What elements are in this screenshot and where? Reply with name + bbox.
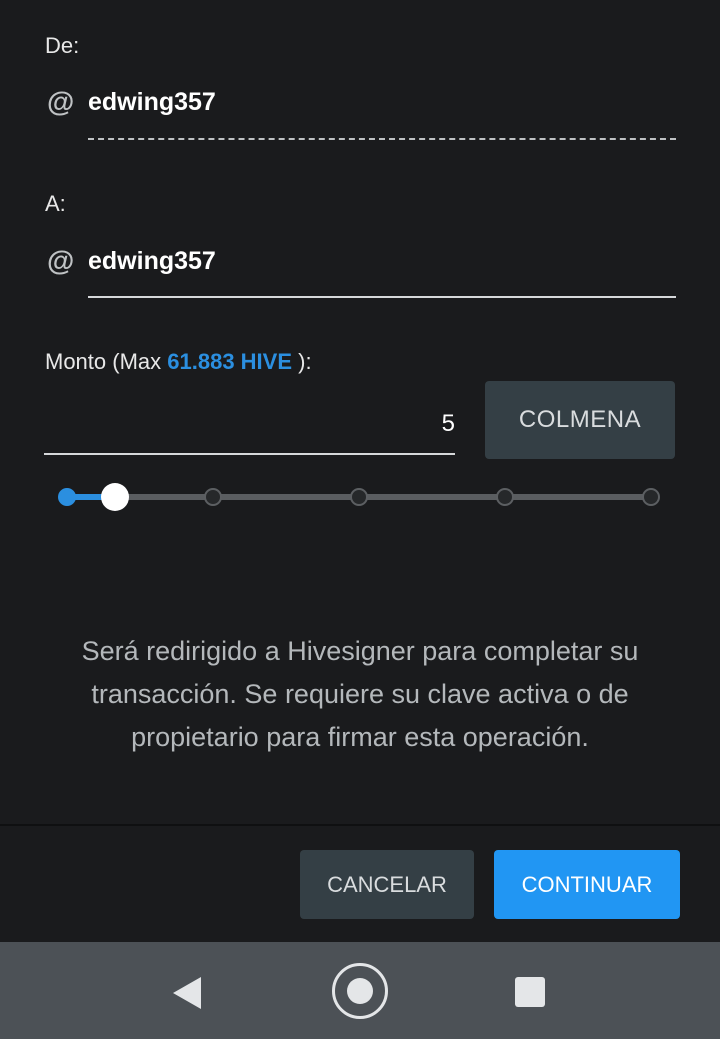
actions-divider: [0, 824, 720, 826]
amount-label-prefix: Monto (Max: [45, 349, 168, 374]
home-icon[interactable]: [332, 963, 388, 1019]
amount-slider-thumb[interactable]: [101, 483, 129, 511]
from-username: edwing357: [88, 88, 216, 116]
back-icon[interactable]: [173, 977, 201, 1009]
to-field-underline: [88, 296, 676, 298]
hivesigner-info-text: Será redirigido a Hivesigner para comple…: [81, 636, 639, 752]
to-label: A:: [45, 191, 66, 216]
asset-select-button[interactable]: COLMENA: [485, 381, 675, 459]
to-username[interactable]: edwing357: [88, 247, 216, 276]
transfer-dialog: De: @ edwing357 A: @ edwing357 Monto (Ma…: [0, 0, 720, 1039]
amount-label-suffix: ):: [292, 349, 312, 374]
from-field-underline: [88, 138, 676, 140]
recent-apps-icon[interactable]: [515, 977, 545, 1007]
slider-step-dot[interactable]: [204, 488, 222, 506]
continue-button[interactable]: CONTINUAR: [494, 850, 680, 919]
at-icon: @: [47, 86, 75, 117]
from-label: De:: [45, 33, 80, 58]
slider-step-dot[interactable]: [642, 488, 660, 506]
amount-label: Monto (Max 61.883 HIVE ):: [45, 349, 312, 375]
max-amount-link[interactable]: 61.883 HIVE: [167, 349, 292, 374]
cancel-button[interactable]: CANCELAR: [300, 850, 474, 919]
slider-step-dot[interactable]: [58, 488, 76, 506]
at-icon: @: [47, 245, 75, 276]
slider-step-dot[interactable]: [350, 488, 368, 506]
home-icon-inner: [347, 978, 373, 1004]
amount-input[interactable]: [44, 395, 455, 455]
android-navigation-bar: [0, 942, 720, 1039]
slider-step-dot[interactable]: [496, 488, 514, 506]
